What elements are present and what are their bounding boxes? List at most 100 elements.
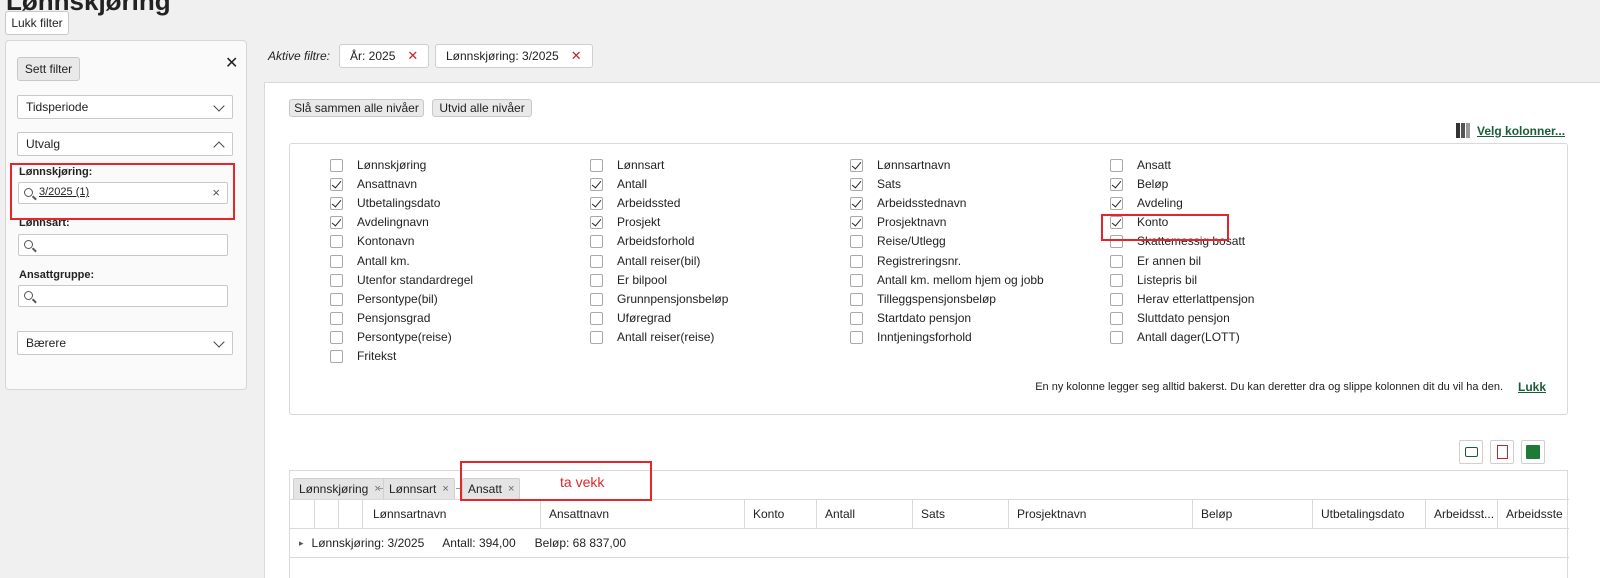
checkbox-checked[interactable] — [850, 177, 863, 191]
column-header[interactable]: Lønnsartnavn — [362, 499, 540, 528]
choose-columns-link[interactable]: Velg kolonner... — [1456, 123, 1565, 138]
column-option[interactable]: Ansattnavn — [330, 176, 417, 192]
column-option[interactable]: Prosjekt — [590, 214, 660, 230]
column-option[interactable]: Fritekst — [330, 348, 396, 364]
column-option[interactable]: Antall km. mellom hjem og jobb — [850, 272, 1044, 288]
checkbox-checked[interactable] — [850, 196, 863, 210]
carriers-select[interactable]: Bærere — [17, 331, 233, 355]
checkbox-unchecked[interactable] — [590, 330, 603, 344]
checkbox-unchecked[interactable] — [590, 273, 603, 287]
checkbox-unchecked[interactable] — [590, 158, 603, 172]
remove-icon[interactable]: × — [374, 483, 380, 495]
checkbox-checked[interactable] — [330, 215, 343, 229]
checkbox-checked[interactable] — [1110, 196, 1123, 210]
column-header[interactable]: Utbetalingsdato — [1312, 499, 1425, 528]
column-option[interactable]: Arbeidsstednavn — [850, 195, 966, 211]
checkbox-unchecked[interactable] — [330, 330, 343, 344]
remove-icon[interactable]: ✕ — [571, 48, 582, 64]
checkbox-unchecked[interactable] — [1110, 330, 1123, 344]
column-option[interactable]: Herav etterlattpensjon — [1110, 291, 1254, 307]
checkbox-unchecked[interactable] — [850, 330, 863, 344]
column-option[interactable]: Er annen bil — [1110, 253, 1201, 269]
column-option[interactable]: Avdelingnavn — [330, 214, 429, 230]
close-panel-icon[interactable]: ✕ — [225, 53, 238, 73]
checkbox-unchecked[interactable] — [330, 292, 343, 306]
column-header[interactable]: Ansattnavn — [540, 499, 744, 528]
column-option[interactable]: Grunnpensjonsbeløp — [590, 291, 728, 307]
column-option[interactable]: Listepris bil — [1110, 272, 1197, 288]
checkbox-checked[interactable] — [330, 196, 343, 210]
close-filter-button[interactable]: Lukk filter — [5, 11, 69, 35]
expand-all-button[interactable]: Utvid alle nivåer — [432, 99, 532, 117]
column-option[interactable]: Utbetalingsdato — [330, 195, 440, 211]
employee-group-search-input[interactable] — [18, 285, 228, 307]
selection-select[interactable]: Utvalg — [17, 132, 233, 156]
checkbox-unchecked[interactable] — [850, 292, 863, 306]
column-option[interactable]: Inntjeningsforhold — [850, 329, 972, 345]
column-option[interactable]: Lønnsartnavn — [850, 157, 950, 173]
checkbox-unchecked[interactable] — [590, 311, 603, 325]
excel-icon[interactable] — [1521, 440, 1545, 464]
checkbox-unchecked[interactable] — [850, 234, 863, 248]
checkbox-checked[interactable] — [590, 177, 603, 191]
checkbox-checked[interactable] — [850, 158, 863, 172]
column-header[interactable]: Prosjektnavn — [1008, 499, 1192, 528]
column-option[interactable]: Beløp — [1110, 176, 1168, 192]
checkbox-unchecked[interactable] — [330, 234, 343, 248]
checkbox-unchecked[interactable] — [1110, 158, 1123, 172]
column-header[interactable]: Arbeidsst... — [1425, 499, 1497, 528]
checkbox-unchecked[interactable] — [590, 292, 603, 306]
column-option[interactable]: Antall km. — [330, 253, 410, 269]
column-header[interactable]: Antall — [816, 499, 912, 528]
period-select[interactable]: Tidsperiode — [17, 95, 233, 119]
checkbox-checked[interactable] — [590, 196, 603, 210]
column-option[interactable]: Kontonavn — [330, 233, 414, 249]
checkbox-unchecked[interactable] — [330, 158, 343, 172]
column-header[interactable]: Sats — [912, 499, 1008, 528]
checkbox-unchecked[interactable] — [1110, 292, 1123, 306]
column-option[interactable]: Avdeling — [1110, 195, 1183, 211]
column-option[interactable]: Antall — [590, 176, 647, 192]
comment-icon[interactable] — [1459, 440, 1483, 464]
column-option[interactable]: Sluttdato pensjon — [1110, 310, 1230, 326]
checkbox-unchecked[interactable] — [1110, 254, 1123, 268]
checkbox-unchecked[interactable] — [330, 311, 343, 325]
checkbox-unchecked[interactable] — [330, 273, 343, 287]
remove-icon[interactable]: × — [442, 483, 448, 495]
column-option[interactable]: Uføregrad — [590, 310, 671, 326]
column-header[interactable]: Beløp — [1192, 499, 1312, 528]
column-option[interactable]: Prosjektnavn — [850, 214, 946, 230]
checkbox-unchecked[interactable] — [850, 273, 863, 287]
checkbox-unchecked[interactable] — [1110, 311, 1123, 325]
column-option[interactable]: Lønnskjøring — [330, 157, 426, 173]
set-filter-button[interactable]: Sett filter — [17, 57, 80, 81]
checkbox-checked[interactable] — [590, 215, 603, 229]
column-header[interactable]: Arbeidsste — [1497, 499, 1569, 528]
remove-icon[interactable]: ✕ — [407, 48, 418, 64]
column-option[interactable]: Utenfor standardregel — [330, 272, 473, 288]
checkbox-unchecked[interactable] — [590, 234, 603, 248]
wage-type-search-input[interactable] — [18, 234, 228, 256]
column-option[interactable]: Antall dager(LOTT) — [1110, 329, 1240, 345]
checkbox-checked[interactable] — [330, 177, 343, 191]
column-option[interactable]: Ansatt — [1110, 157, 1171, 173]
column-option[interactable]: Arbeidsforhold — [590, 233, 694, 249]
pdf-icon[interactable] — [1490, 440, 1514, 464]
column-header[interactable]: Konto — [744, 499, 816, 528]
column-option[interactable]: Antall reiser(reise) — [590, 329, 714, 345]
column-option[interactable]: Lønnsart — [590, 157, 664, 173]
column-option[interactable]: Tilleggspensjonsbeløp — [850, 291, 996, 307]
checkbox-checked[interactable] — [1110, 177, 1123, 191]
checkbox-unchecked[interactable] — [330, 349, 343, 363]
column-option[interactable]: Persontype(reise) — [330, 329, 452, 345]
column-option[interactable]: Persontype(bil) — [330, 291, 438, 307]
collapse-all-button[interactable]: Slå sammen alle nivåer — [289, 99, 424, 117]
checkbox-unchecked[interactable] — [590, 254, 603, 268]
checkbox-unchecked[interactable] — [330, 254, 343, 268]
column-option[interactable]: Sats — [850, 176, 901, 192]
column-option[interactable]: Er bilpool — [590, 272, 667, 288]
column-option[interactable]: Registreringsnr. — [850, 253, 961, 269]
column-option[interactable]: Arbeidssted — [590, 195, 680, 211]
column-option[interactable]: Pensjonsgrad — [330, 310, 430, 326]
column-close-link[interactable]: Lukk — [1518, 380, 1546, 394]
